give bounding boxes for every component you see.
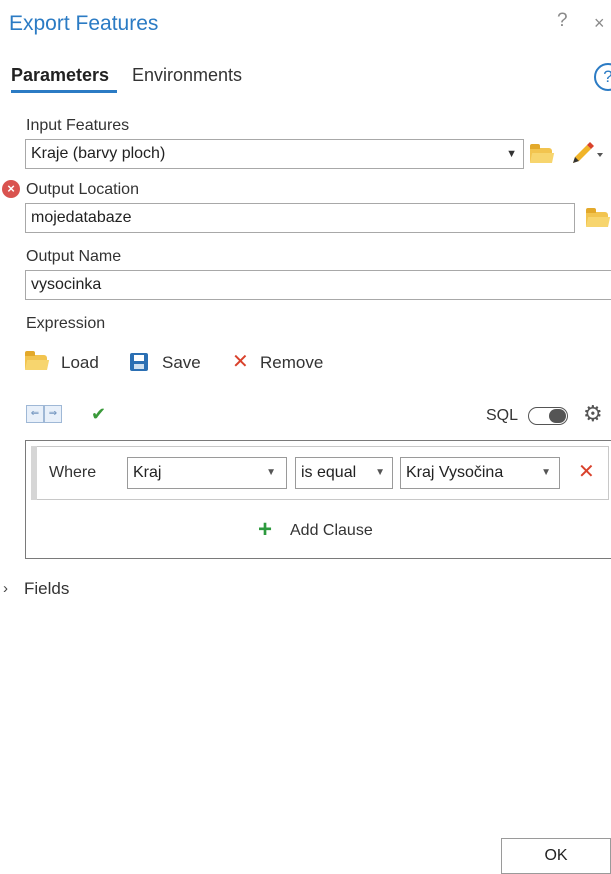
dialog-title: Export Features — [9, 12, 159, 35]
field-select-value: Kraj — [133, 464, 162, 481]
output-name-input[interactable]: vysocinka — [25, 270, 611, 300]
input-features-label: Input Features — [26, 117, 130, 134]
gear-icon[interactable]: ⚙ — [583, 403, 603, 425]
chevron-down-icon: ▼ — [541, 467, 551, 478]
chevron-down-icon: ▼ — [506, 148, 517, 160]
save-icon — [130, 353, 148, 371]
remove-icon: ✕ — [232, 351, 249, 373]
clause-drag-handle[interactable] — [31, 446, 37, 500]
operator-select-value: is equal — [301, 464, 357, 481]
active-tab-indicator — [11, 90, 117, 93]
sql-toggle[interactable] — [528, 407, 568, 425]
load-button[interactable]: Load — [25, 350, 113, 376]
fields-section-header[interactable]: › Fields — [3, 578, 123, 602]
sql-label: SQL — [486, 407, 519, 424]
fields-label: Fields — [24, 579, 70, 598]
plus-icon: + — [258, 516, 273, 543]
folder-open-icon — [25, 351, 47, 370]
where-label: Where — [49, 464, 97, 481]
tool-help-icon[interactable]: ? — [594, 63, 611, 91]
error-icon: × — [2, 180, 20, 198]
switch-to-sql-icon[interactable]: ⇒ — [44, 405, 62, 423]
folder-icon[interactable] — [530, 144, 552, 163]
value-select-value: Kraj Vysočina — [406, 464, 504, 481]
ok-button[interactable]: OK — [501, 838, 611, 874]
chevron-down-icon: ▼ — [266, 467, 276, 478]
load-label: Load — [61, 353, 99, 372]
chevron-down-icon: ▼ — [375, 467, 385, 478]
output-location-label: Output Location — [26, 181, 139, 198]
operator-select[interactable]: is equal ▼ — [295, 457, 393, 489]
save-button[interactable]: Save — [130, 350, 210, 376]
close-button[interactable]: × — [594, 12, 605, 34]
delete-clause-icon[interactable]: ✕ — [578, 461, 595, 483]
chevron-right-icon: › — [3, 580, 8, 597]
remove-label: Remove — [260, 353, 324, 372]
add-clause-label: Add Clause — [290, 522, 373, 539]
tab-environments[interactable]: Environments — [132, 64, 242, 86]
tab-parameters[interactable]: Parameters — [11, 64, 109, 86]
folder-icon[interactable] — [586, 208, 608, 227]
value-select[interactable]: Kraj Vysočina ▼ — [400, 457, 560, 489]
input-features-dropdown[interactable]: Kraje (barvy ploch) ▼ — [25, 139, 524, 169]
switch-to-clause-icon[interactable]: ⇐ — [26, 405, 44, 423]
help-button[interactable]: ? — [557, 10, 568, 32]
toggle-knob — [549, 409, 566, 423]
input-features-value: Kraje (barvy ploch) — [31, 145, 166, 162]
save-label: Save — [162, 353, 201, 372]
pencil-icon[interactable] — [569, 139, 603, 167]
verify-expression-icon[interactable]: ✔ — [91, 404, 106, 424]
remove-button[interactable]: ✕ Remove — [232, 350, 332, 376]
output-name-label: Output Name — [26, 248, 122, 265]
expression-label: Expression — [26, 315, 106, 332]
output-location-input[interactable]: mojedatabaze — [25, 203, 575, 233]
field-select[interactable]: Kraj ▼ — [127, 457, 287, 489]
add-clause-button[interactable]: + Add Clause — [258, 517, 398, 545]
